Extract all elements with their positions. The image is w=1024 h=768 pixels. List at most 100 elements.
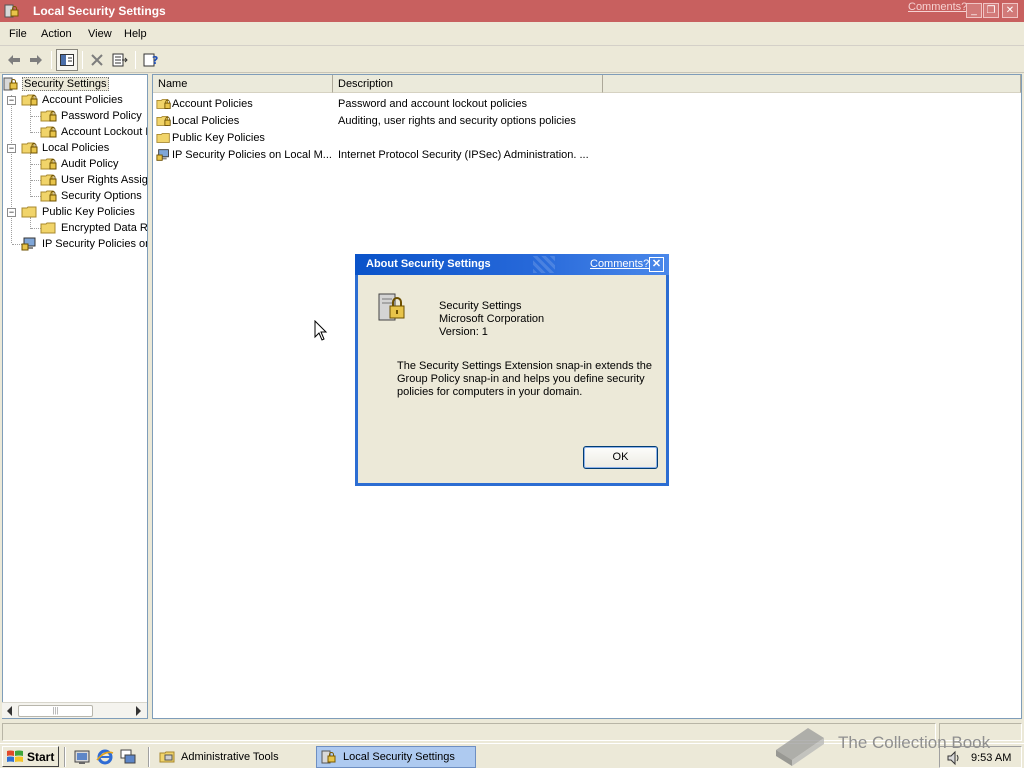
locked-folder-icon [21,142,38,154]
tree-item-encrypted-data[interactable]: Encrypted Data R [40,220,147,236]
column-header-description[interactable]: Description [333,75,603,93]
title-decoration [533,256,555,273]
tree-item-label: Account Policies [42,94,123,106]
tree-item-public-key-policies[interactable]: Public Key Policies [21,204,135,220]
dialog-close-button[interactable]: ✕ [649,257,664,272]
list-item-description: Password and account lockout policies [338,98,527,110]
list-item-description: Auditing, user rights and security optio… [338,115,576,127]
mouse-cursor-icon [314,320,328,341]
tree-item-label: Local Policies [42,142,110,154]
close-button[interactable]: ✕ [1002,3,1018,18]
scroll-right-icon[interactable] [136,706,141,716]
book-logo-icon [776,728,824,766]
tree-item-label: User Rights Assign [61,174,148,186]
windows-logo-icon [7,750,23,762]
toolbar: ? [0,47,1024,73]
tree-item-label: Public Key Policies [42,206,135,218]
minimize-button[interactable]: _ [966,3,982,18]
show-hide-tree-icon[interactable] [56,49,78,71]
dialog-comments-link[interactable]: Comments? [590,258,649,270]
tree-item-account-policies[interactable]: Account Policies [21,92,123,108]
folder-icon [40,222,56,234]
tree-item-audit-policy[interactable]: Audit Policy [40,156,118,172]
menu-action[interactable]: Action [41,28,72,40]
start-button[interactable]: Start [2,746,59,767]
tree-item-label: Security Options [61,190,142,202]
taskbar-separator [64,747,66,767]
locked-folder-icon [40,174,57,186]
export-list-icon[interactable] [109,49,131,71]
tree-item-local-policies[interactable]: Local Policies [21,140,109,156]
internet-explorer-icon[interactable] [96,748,114,766]
list-item[interactable]: Account Policies Password and account lo… [153,96,1021,113]
security-settings-icon [3,77,18,91]
tree-horizontal-scrollbar[interactable]: ||| [2,702,147,718]
column-header-filler [603,75,1021,93]
switch-windows-icon[interactable] [119,748,137,766]
watermark-text: The Collection Book [838,733,991,752]
tree-item-ip-security[interactable]: IP Security Policies on [21,236,148,252]
tree-item-label: Audit Policy [61,158,119,170]
about-dialog: About Security Settings Comments? ✕ Secu… [355,254,669,486]
tree-item-account-lockout[interactable]: Account Lockout P [40,124,148,140]
tree-item-password-policy[interactable]: Password Policy [40,108,142,124]
menu-file[interactable]: File [9,28,27,40]
dialog-title: About Security Settings [366,258,491,270]
tree-item-security-options[interactable]: Security Options [40,188,142,204]
toolbar-separator [51,51,52,69]
folder-icon [21,206,37,218]
tree-item-user-rights[interactable]: User Rights Assign [40,172,148,188]
locked-folder-icon [40,158,57,170]
title-bar[interactable]: Local Security Settings Comments? _ ❐ ✕ [0,0,1024,22]
tree-line [30,105,31,133]
collapse-local-policies[interactable]: − [7,144,16,153]
forward-icon[interactable] [25,49,47,71]
dialog-product-name: Security Settings [439,300,522,312]
dialog-version: Version: 1 [439,326,488,338]
collapse-account-policies[interactable]: − [7,96,16,105]
dialog-title-bar[interactable]: About Security Settings Comments? ✕ [355,254,669,275]
dialog-company: Microsoft Corporation [439,313,545,325]
tree-item-security-settings[interactable]: Security Settings [3,76,109,92]
scroll-thumb[interactable]: ||| [18,705,93,717]
local-security-icon [321,750,336,764]
help-icon[interactable]: ? [140,49,162,71]
back-icon[interactable] [3,49,25,71]
scroll-left-icon[interactable] [7,706,12,716]
ip-security-icon [21,237,36,251]
locked-folder-icon [156,116,171,126]
list-item-name: Public Key Policies [172,132,265,144]
task-label: Administrative Tools [181,751,279,763]
console-tree[interactable]: Security Settings − Account Policies Pas… [2,74,148,719]
show-desktop-icon[interactable] [73,748,91,766]
locked-folder-icon [40,110,57,122]
ip-security-icon [156,149,169,161]
tree-item-label: IP Security Policies on [42,238,148,250]
menu-help[interactable]: Help [124,28,147,40]
collapse-public-key-policies[interactable]: − [7,208,16,217]
locked-folder-icon [40,126,57,138]
menu-view[interactable]: View [88,28,112,40]
task-label: Local Security Settings [343,751,455,763]
list-item[interactable]: IP Security Policies on Local M... Inter… [153,147,1021,164]
comments-link[interactable]: Comments? [908,1,967,13]
task-administrative-tools[interactable]: Administrative Tools [155,746,315,768]
column-header-name[interactable]: Name [153,75,333,93]
list-item-description: Internet Protocol Security (IPSec) Admin… [338,149,589,161]
list-item-name: IP Security Policies on Local M... [172,149,332,161]
restore-button[interactable]: ❐ [983,3,999,18]
locked-folder-icon [21,94,38,106]
toolbar-separator [82,51,83,69]
list-item[interactable]: Public Key Policies [153,130,1021,147]
list-item[interactable]: Local Policies Auditing, user rights and… [153,113,1021,130]
task-local-security-settings[interactable]: Local Security Settings [316,746,476,768]
tree-item-label: Security Settings [22,77,109,91]
tree-line [11,95,12,243]
folder-icon [156,133,170,143]
tree-item-label: Password Policy [61,110,142,122]
start-label: Start [27,749,55,764]
ok-button[interactable]: OK [583,446,658,469]
delete-icon[interactable] [86,49,108,71]
menu-bar: File Action View Help [0,24,1024,46]
tree-item-label: Account Lockout P [61,126,148,138]
